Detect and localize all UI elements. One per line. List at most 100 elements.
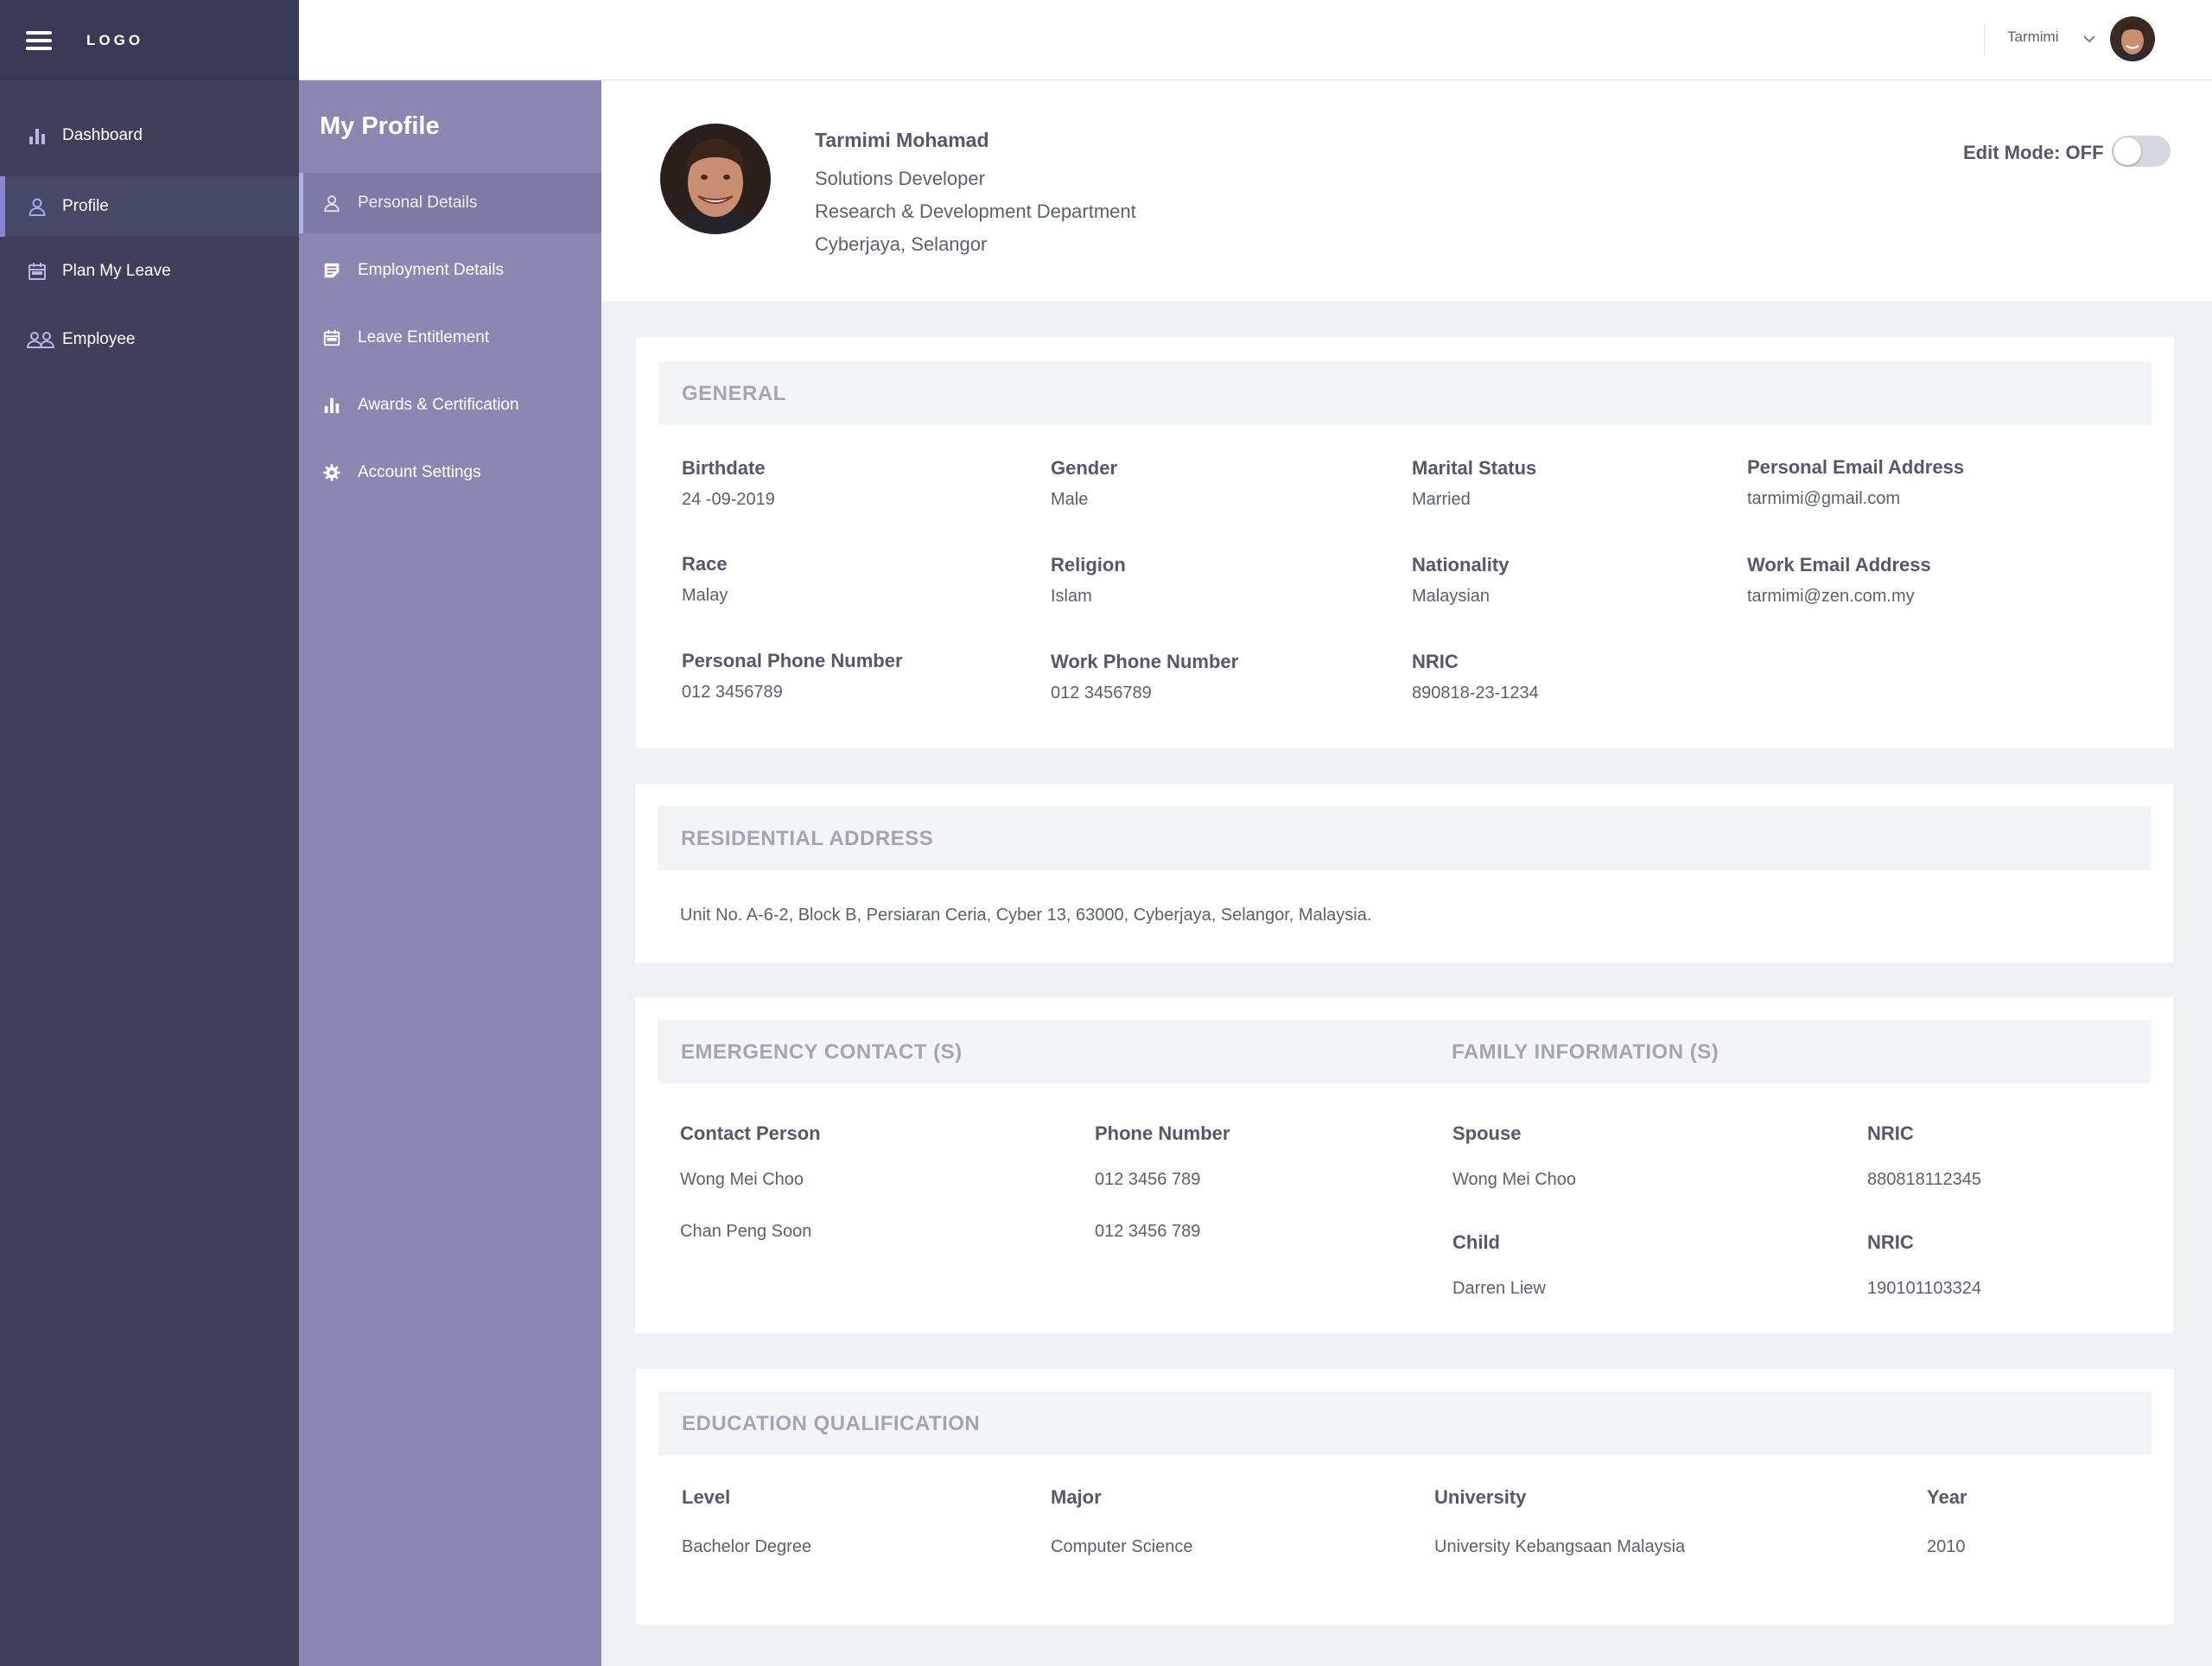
field-label: Nationality xyxy=(1412,554,1510,575)
user-icon xyxy=(321,193,342,213)
sidebar-item-label: Profile xyxy=(62,197,109,215)
field-value: Male xyxy=(1051,490,1089,509)
column-header: University xyxy=(1434,1486,1527,1508)
field-value: Islam xyxy=(1051,587,1092,606)
child-label: Child xyxy=(1452,1231,1500,1253)
general-header: GENERAL xyxy=(658,361,2152,425)
field-label: Birthdate xyxy=(682,457,766,479)
sidebar-item-label: Plan My Leave xyxy=(62,262,171,280)
sidebar-header: LOGO xyxy=(0,0,299,80)
sidebar-item-dashboard[interactable]: Dashboard xyxy=(0,109,299,162)
column-header: Major xyxy=(1051,1486,1102,1508)
edit-mode-label: Edit Mode: OFF xyxy=(1963,142,2104,163)
spouse-name: Wong Mei Choo xyxy=(1452,1170,1577,1189)
submenu-item-leave-entitlement[interactable]: Leave Entitlement xyxy=(299,308,601,368)
edit-mode-toggle[interactable] xyxy=(2112,136,2171,167)
submenu-title: My Profile xyxy=(320,112,440,140)
field-label: Gender xyxy=(1051,457,1118,479)
field-value: 24 -09-2019 xyxy=(682,490,775,509)
document-icon xyxy=(321,260,342,281)
user-name[interactable]: Tarmimi xyxy=(2007,29,2059,46)
profile-avatar xyxy=(660,124,771,234)
bar-chart-icon xyxy=(26,124,48,147)
submenu-item-employment-details[interactable]: Employment Details xyxy=(299,240,601,301)
emergency-family-header: EMERGENCY CONTACT (S) FAMILY INFORMATION… xyxy=(658,1020,2151,1084)
contact-phone: 012 3456 789 xyxy=(1095,1170,1201,1189)
child-name: Darren Liew xyxy=(1452,1279,1546,1298)
bar-chart-icon xyxy=(321,395,342,416)
submenu-item-personal-details[interactable]: Personal Details xyxy=(299,173,601,233)
field-value: Malaysian xyxy=(1412,587,1491,606)
calendar-icon xyxy=(26,260,48,283)
sidebar-item-profile[interactable]: Profile xyxy=(0,176,299,237)
chevron-down-icon[interactable] xyxy=(2082,31,2097,47)
field-label: Work Phone Number xyxy=(1051,651,1239,672)
field-label: Work Email Address xyxy=(1747,554,1931,575)
logo[interactable]: LOGO xyxy=(86,32,143,49)
submenu-item-label: Personal Details xyxy=(358,194,478,212)
submenu-item-label: Employment Details xyxy=(358,261,504,279)
education-level: Bachelor Degree xyxy=(682,1537,812,1556)
residential-address: Unit No. A-6-2, Block B, Persiaran Ceria… xyxy=(680,906,1372,925)
field-label: Religion xyxy=(1051,554,1126,575)
emergency-family-card: EMERGENCY CONTACT (S) FAMILY INFORMATION… xyxy=(635,997,2173,1333)
users-icon xyxy=(26,328,55,351)
education-header: EDUCATION QUALIFICATION xyxy=(658,1391,2152,1455)
section-title: EDUCATION QUALIFICATION xyxy=(682,1412,981,1435)
submenu-item-label: Awards & Certification xyxy=(358,396,519,414)
profile-location: Cyberjaya, Selangor xyxy=(815,233,988,255)
field-value: tarmimi@zen.com.my xyxy=(1747,587,1915,606)
sidebar-item-employee[interactable]: Employee xyxy=(0,306,299,373)
section-title: RESIDENTIAL ADDRESS xyxy=(681,827,934,850)
field-value: Married xyxy=(1412,490,1471,509)
sidebar-item-plan-my-leave[interactable]: Plan My Leave xyxy=(0,237,299,306)
section-title: GENERAL xyxy=(682,382,786,405)
submenu-item-account-settings[interactable]: Account Settings xyxy=(299,442,601,503)
field-value: Malay xyxy=(682,586,728,605)
field-value: 890818-23-1234 xyxy=(1412,684,1539,703)
child-nric: 190101103324 xyxy=(1867,1279,1981,1298)
field-value: 012 3456789 xyxy=(682,683,783,702)
profile-job-title: Solutions Developer xyxy=(815,168,985,189)
gear-icon xyxy=(321,462,342,483)
toggle-knob xyxy=(2113,137,2141,165)
spouse-nric: 880818112345 xyxy=(1867,1170,1981,1189)
residential-card: RESIDENTIAL ADDRESS Unit No. A-6-2, Bloc… xyxy=(635,784,2173,963)
column-header: Contact Person xyxy=(680,1122,821,1144)
column-header: Year xyxy=(1927,1486,1967,1508)
profile-department: Research & Development Department xyxy=(815,200,1136,222)
contact-phone: 012 3456 789 xyxy=(1095,1222,1201,1241)
contact-person: Wong Mei Choo xyxy=(680,1170,804,1189)
family-section-title: FAMILY INFORMATION (S) xyxy=(1452,1040,1719,1064)
emergency-section-title: EMERGENCY CONTACT (S) xyxy=(681,1040,963,1064)
user-icon xyxy=(26,195,48,218)
submenu-item-awards-certification[interactable]: Awards & Certification xyxy=(299,375,601,436)
profile-header: Tarmimi Mohamad Solutions Developer Rese… xyxy=(601,80,2212,302)
column-header: Level xyxy=(682,1486,731,1508)
education-year: 2010 xyxy=(1927,1537,1966,1556)
submenu-item-label: Leave Entitlement xyxy=(358,328,490,347)
top-bar: Tarmimi xyxy=(299,0,2212,80)
field-value: 012 3456789 xyxy=(1051,684,1152,703)
sidebar-item-label: Employee xyxy=(62,330,136,348)
field-value: tarmimi@gmail.com xyxy=(1747,489,1900,508)
field-label: Race xyxy=(682,553,728,575)
main-sidebar: LOGO Dashboard Profile Plan My Leave Emp… xyxy=(0,0,299,1666)
avatar[interactable] xyxy=(2110,16,2155,61)
column-header: Phone Number xyxy=(1095,1122,1230,1144)
submenu-item-label: Account Settings xyxy=(358,463,481,481)
profile-submenu: My Profile Personal Details Employment D… xyxy=(299,80,601,1666)
nric-label: NRIC xyxy=(1867,1231,1914,1253)
field-label: Personal Phone Number xyxy=(682,650,903,671)
education-card: EDUCATION QUALIFICATION Level Major Univ… xyxy=(636,1369,2174,1625)
sidebar-item-label: Dashboard xyxy=(62,126,143,144)
education-university: University Kebangsaan Malaysia xyxy=(1434,1537,1686,1556)
field-label: Marital Status xyxy=(1412,457,1537,479)
general-card: GENERAL Birthdate 24 -09-2019 Gender Mal… xyxy=(636,337,2174,748)
calendar-icon xyxy=(321,327,342,348)
spouse-label: Spouse xyxy=(1452,1122,1522,1144)
nric-label: NRIC xyxy=(1867,1122,1914,1144)
field-label: Personal Email Address xyxy=(1747,456,1965,478)
contact-person: Chan Peng Soon xyxy=(680,1222,812,1241)
hamburger-menu-icon[interactable] xyxy=(26,30,52,50)
